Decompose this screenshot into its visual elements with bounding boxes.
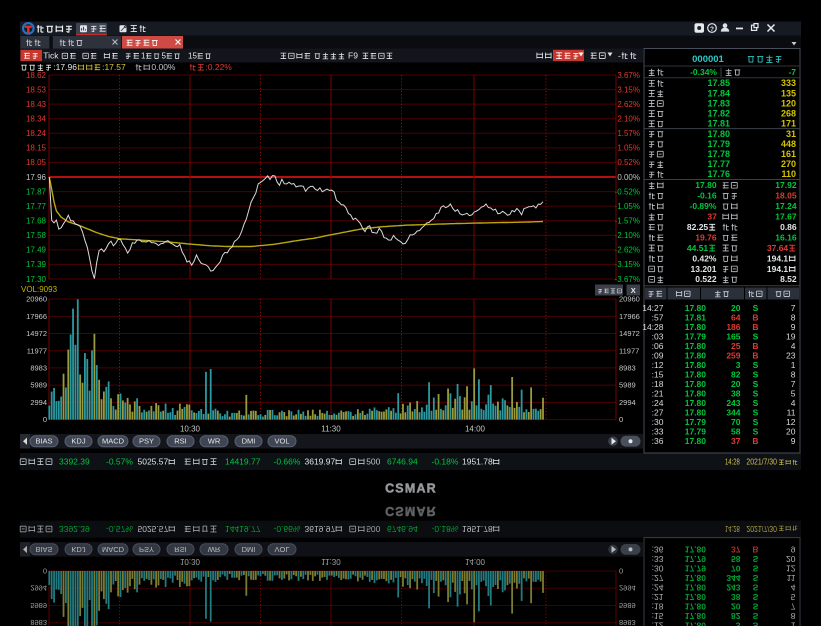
svg-text:CSMAR: CSMAR [385,504,437,518]
svg-text:CSMAR: CSMAR [385,481,437,495]
